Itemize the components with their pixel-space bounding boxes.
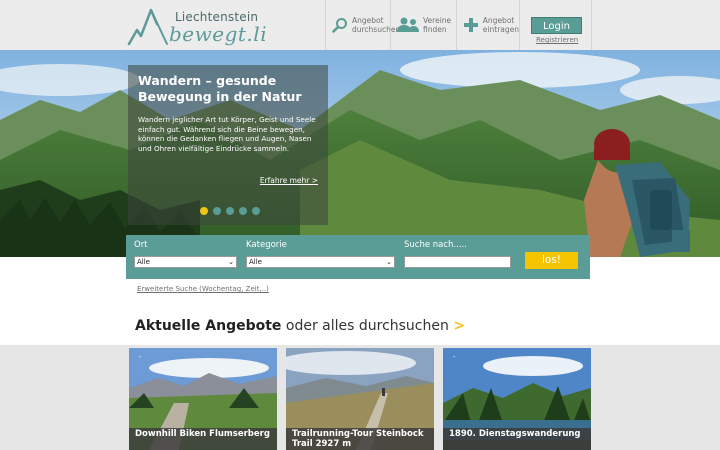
slider-dot-4[interactable] — [239, 207, 247, 215]
offer-card[interactable]: - 1890. Dienstagswanderung — [443, 348, 591, 450]
nav-find-clubs[interactable]: Vereine finden — [390, 0, 456, 50]
ort-select-value: Alle — [137, 258, 150, 266]
offer-card-tag: - — [296, 353, 299, 361]
search-go-button[interactable]: los! — [525, 252, 578, 269]
header: Liechtenstein bewegt.li Angebot durchsuch… — [0, 0, 720, 50]
search-bar: Ort Alle ⌄ Kategorie Alle ⌄ Suche nach..… — [126, 235, 590, 279]
hero-description: Wandern jeglicher Art tut Körper, Geist … — [138, 115, 316, 153]
section-heading-strong: Aktuelle Angebote — [135, 318, 282, 334]
slider-dot-5[interactable] — [252, 207, 260, 215]
nav-clubs-label: Vereine finden — [423, 16, 452, 34]
section-heading-light: oder alles durchsuchen — [285, 318, 449, 334]
logo-mountain-icon — [127, 8, 168, 46]
offer-card[interactable]: - Downhill Biken Flumserberg — [129, 348, 277, 450]
nav-add-label: Angebot eintragen — [482, 16, 519, 34]
nav-search-offers[interactable]: Angebot durchsuchen — [325, 0, 400, 50]
offer-card[interactable]: - Trailrunning-Tour Steinbock Trail 2927… — [286, 348, 434, 450]
nav-add-offer[interactable]: Angebot eintragen — [456, 0, 520, 50]
logo[interactable]: Liechtenstein bewegt.li — [127, 4, 267, 46]
extended-search-link[interactable]: Erweiterte Suche (Wochentag, Zeit,..) — [137, 285, 269, 293]
ort-select[interactable]: Alle ⌄ — [134, 256, 237, 268]
hero-more-link[interactable]: Erfahre mehr > — [260, 176, 318, 185]
kategorie-select-value: Alle — [249, 258, 262, 266]
kategorie-label: Kategorie — [246, 240, 287, 250]
chevron-right-icon: > — [453, 318, 466, 334]
offer-card-title: Downhill Biken Flumserberg — [129, 428, 277, 450]
slider-dot-3[interactable] — [226, 207, 234, 215]
offer-card-title: 1890. Dienstagswanderung — [443, 428, 591, 450]
offer-card-tag: - — [453, 353, 456, 361]
offer-card-title: Trailrunning-Tour Steinbock Trail 2927 m — [286, 428, 434, 450]
register-link[interactable]: Registrieren — [536, 36, 578, 44]
hero-title: Wandern – gesunde Bewegung in der Natur — [138, 73, 302, 104]
login-area: Login Registrieren — [520, 0, 592, 50]
login-button[interactable]: Login — [531, 17, 582, 34]
slider-dot-2[interactable] — [213, 207, 221, 215]
offer-card-tag: - — [139, 353, 142, 361]
slider-dot-1[interactable] — [200, 207, 208, 215]
chevron-down-icon: ⌄ — [386, 258, 392, 266]
chevron-down-icon: ⌄ — [228, 258, 234, 266]
search-icon — [332, 14, 348, 36]
hero-image — [0, 50, 720, 257]
ort-label: Ort — [134, 240, 148, 250]
section-heading[interactable]: Aktuelle Angebote oder alles durchsuchen… — [135, 318, 465, 334]
kategorie-select[interactable]: Alle ⌄ — [246, 256, 395, 268]
slider-dots — [200, 207, 260, 215]
logo-text-bottom: bewegt.li — [169, 22, 268, 46]
suche-label: Suche nach..... — [404, 240, 467, 250]
hero-slider: Wandern – gesunde Bewegung in der Natur … — [0, 50, 720, 257]
page: Liechtenstein bewegt.li Angebot durchsuch… — [0, 0, 720, 450]
search-input[interactable] — [404, 256, 511, 268]
hero-text-panel: Wandern – gesunde Bewegung in der Natur … — [128, 65, 328, 225]
people-icon — [397, 14, 419, 36]
plus-icon — [463, 14, 479, 36]
